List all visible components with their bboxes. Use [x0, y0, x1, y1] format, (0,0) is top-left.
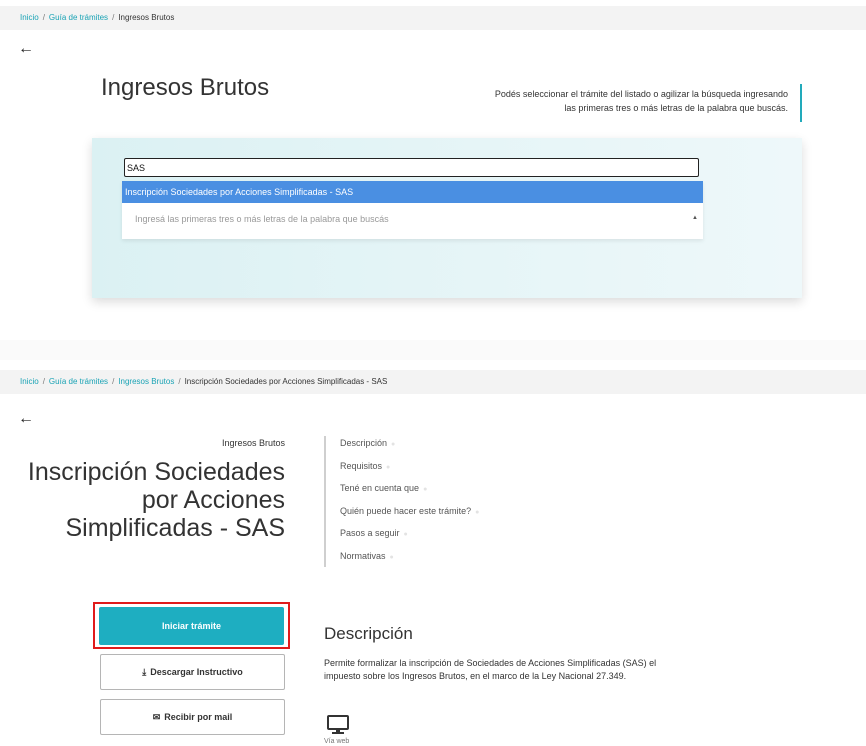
breadcrumb-current: Inscripción Sociedades por Acciones Simp… [184, 377, 388, 386]
search-help-line: las primeras tres o más letras de la pal… [564, 103, 788, 113]
toc-item-tene-en-cuenta[interactable]: Tené en cuenta que ● [340, 481, 524, 504]
breadcrumb-home-link[interactable]: Inicio [20, 377, 39, 386]
bullet-icon: ● [391, 441, 396, 448]
toc-item-quien-puede[interactable]: Quién puede hacer este trámite? ● [340, 504, 524, 527]
toc-item-pasos[interactable]: Pasos a seguir ● [340, 526, 524, 549]
toc-item-requisitos[interactable]: Requisitos ● [340, 459, 524, 482]
monitor-icon [327, 715, 349, 734]
tramite-title: Inscripción Sociedades por Acciones Simp… [20, 458, 285, 542]
help-accent-bar [800, 84, 802, 122]
breadcrumb-separator: / [178, 377, 181, 386]
download-instructivo-button[interactable]: ⤓ Descargar Instructivo [100, 654, 285, 690]
download-icon: ⤓ [142, 667, 147, 677]
bullet-icon: ● [386, 463, 391, 471]
breadcrumb-separator: / [112, 377, 115, 386]
breadcrumb-home-link[interactable]: Inicio [20, 13, 39, 22]
breadcrumb-current: Ingresos Brutos [118, 13, 175, 22]
search-input[interactable] [124, 158, 699, 177]
description-text: Permite formalizar la inscripción de Soc… [324, 657, 704, 683]
dropdown-placeholder: Ingresá las primeras tres o más letras d… [135, 214, 389, 224]
start-tramite-button[interactable]: Iniciar trámite [99, 607, 284, 645]
mail-label: Recibir por mail [164, 712, 233, 722]
breadcrumb-separator: / [112, 13, 115, 22]
toc-item-label: Normativas [340, 550, 386, 561]
description-line: impuesto sobre los Ingresos Brutos, en e… [324, 671, 627, 681]
toc-item-descripcion[interactable]: Descripción ● [340, 436, 524, 459]
page-title: Ingresos Brutos [101, 74, 270, 101]
caret-up-icon[interactable]: ▲ [692, 215, 698, 221]
bullet-icon: ● [403, 531, 408, 538]
download-label: Descargar Instructivo [150, 667, 243, 677]
toc-item-label: Descripción [340, 438, 388, 448]
back-arrow-icon[interactable]: ← [18, 410, 34, 428]
toc-item-label: Pasos a seguir [340, 528, 400, 538]
search-dropdown: Inscripción Sociedades por Acciones Simp… [122, 181, 703, 239]
breadcrumb-category-link[interactable]: Ingresos Brutos [118, 377, 174, 386]
breadcrumb-separator: / [42, 377, 45, 386]
envelope-icon: ✉ [152, 712, 161, 722]
dropdown-option-sas[interactable]: Inscripción Sociedades por Acciones Simp… [122, 181, 703, 203]
breadcrumb-separator: / [42, 13, 45, 22]
tramite-title-line: Inscripción Sociedades [27, 458, 285, 486]
breadcrumb: Inicio / Guía de trámites / Ingresos Brutos [0, 6, 866, 30]
tramite-title-line: por Acciones [141, 486, 285, 514]
bullet-icon: ● [475, 508, 480, 516]
breadcrumb: Inicio / Guía de trámites / Ingresos Brutos /… [0, 370, 866, 394]
back-arrow-icon[interactable]: ← [18, 40, 34, 58]
bullet-icon: ● [389, 553, 394, 561]
toc-item-label: Quién puede hacer este trámite? [340, 505, 472, 516]
toc-item-label: Tené en cuenta que [340, 483, 420, 493]
description-line: Permite formalizar la inscripción de Soc… [324, 658, 657, 668]
bullet-icon: ● [423, 486, 428, 493]
toc-item-normativas[interactable]: Normativas ● [340, 549, 524, 572]
category-label: Ingresos Brutos [221, 438, 285, 448]
breadcrumb-guide-link[interactable]: Guía de trámites [49, 13, 108, 22]
receive-by-mail-button[interactable]: ✉ Recibir por mail [100, 699, 285, 735]
channel-label: Vía web [324, 738, 350, 745]
description-heading: Descripción [324, 624, 413, 643]
search-help-text: Podés seleccionar el trámite del listado… [440, 87, 788, 115]
breadcrumb-guide-link[interactable]: Guía de trámites [49, 377, 108, 386]
section-divider [0, 340, 866, 360]
table-of-contents: Descripción ● Requisitos ● Tené en cuenta … [324, 436, 524, 567]
toc-item-label: Requisitos [340, 460, 383, 471]
search-help-line: Podés seleccionar el trámite del listado… [494, 89, 788, 99]
tramite-title-line: Simplificadas - SAS [65, 514, 285, 542]
